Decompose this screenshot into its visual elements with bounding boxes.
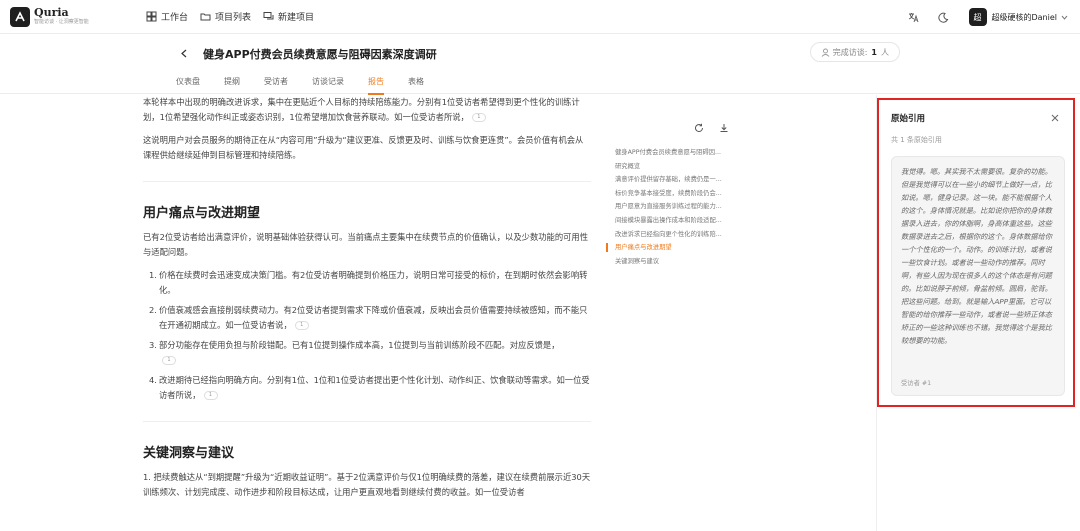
visit-count: 1 xyxy=(871,47,877,57)
refresh-icon[interactable] xyxy=(693,122,705,134)
citation-badge[interactable]: 1 xyxy=(162,356,176,365)
panel-title: 原始引用 xyxy=(891,114,926,124)
citation-badge[interactable]: 1 xyxy=(203,391,218,400)
dark-mode-moon-icon[interactable] xyxy=(933,6,955,28)
translate-icon[interactable] xyxy=(903,6,925,28)
report-content: 本轮样本中出现的明确改进诉求，集中在更贴近个人目标的持续陪练能力。分别有1位受访… xyxy=(143,95,591,531)
tab-report[interactable]: 报告 xyxy=(368,76,384,95)
list-item: 4. 改进期待已经指向明确方向。分别有1位、1位和1位受访者提出更个性化计划、动作… xyxy=(149,375,590,400)
user-menu[interactable]: 超 超级硬核的Daniel xyxy=(968,8,1069,26)
list-item-text: 改进期待已经指向明确方向。分别有1位、1位和1位受访者提出更个性化计划、动作纠正… xyxy=(159,375,590,400)
brand-name: Quria xyxy=(34,6,69,19)
list-item: 2. 价值衰减感会直接削弱续费动力。有2位受访者提到需求下降或价值衰减，反映出会员… xyxy=(149,305,588,330)
nav-new-project-label: 新建项目 xyxy=(278,13,315,23)
user-icon xyxy=(821,48,830,57)
toc-item[interactable]: 改进诉求已经指向更个性化的训练陪... xyxy=(606,230,734,239)
report-paragraph-text: 这说明用户对会员服务的期待正在从“内容可用”升级为“建议更准、反馈更及时、训练与… xyxy=(143,135,584,160)
quote-card: 我觉得。嗯。其实我不太需要很。复杂的功能。但是我觉得可以在一些小的细节上做好一点… xyxy=(891,156,1065,396)
nav-project-list[interactable]: 项目列表 xyxy=(200,10,251,23)
tab-outline[interactable]: 提纲 xyxy=(224,76,240,95)
brand-logo-icon xyxy=(10,6,30,27)
toc-item-active[interactable]: 用户痛点与改进期望 xyxy=(606,243,734,253)
citation-panel: 原始引用 共 1 条原始引用 我觉得。嗯。其实我不太需要很。复杂的功能。但是我觉… xyxy=(877,98,1075,407)
close-icon[interactable] xyxy=(1049,112,1061,124)
page-header: 健身APP付费会员续费意愿与阻碍因素深度调研 完成访谈: 1 人 仪表盘 提纲 … xyxy=(0,34,1080,95)
avatar: 超 xyxy=(968,8,987,26)
section-heading-pain-points: 用户痛点与改进期望 xyxy=(143,206,261,221)
list-item: 1. 价格在续费时会迅速变成决策门槛。有2位受访者明确提到价格压力，说明日常可接受… xyxy=(149,268,591,298)
section-divider xyxy=(143,181,591,182)
nav-new-project[interactable]: 新建项目 xyxy=(263,10,314,23)
folder-icon xyxy=(200,13,211,21)
section-heading-insights: 关键洞察与建议 xyxy=(143,446,235,461)
nav-workbench-label: 工作台 xyxy=(161,13,189,23)
back-button[interactable] xyxy=(176,45,192,61)
grid-icon xyxy=(146,11,157,22)
tab-bar: 仪表盘 提纲 受访者 访谈记录 报告 表格 xyxy=(176,76,448,95)
toc-item[interactable]: 用户愿意为直接服务训练过程的能力... xyxy=(606,202,734,211)
toc-item[interactable]: 研究概览 xyxy=(606,162,734,171)
report-paragraph: 本轮样本中出现的明确改进诉求，集中在更贴近个人目标的持续陪练能力。分别有1位受访… xyxy=(143,95,591,125)
report-paragraph-text: 1. 把续费触达从“到期提醒”升级为“近期收益证明”。基于2位满意评价与仅1位明… xyxy=(143,472,591,497)
tab-respondents[interactable]: 受访者 xyxy=(264,76,288,95)
quote-text: 我觉得。嗯。其实我不太需要很。复杂的功能。但是我觉得可以在一些小的细节上做好一点… xyxy=(901,167,1052,345)
toc-item[interactable]: 关键洞察与建议 xyxy=(606,257,734,266)
report-paragraph-text: 已有2位受访者给出满意评价，说明基础体验获得认可。当前痛点主要集中在续费节点的价… xyxy=(143,232,589,257)
citation-badge[interactable]: 1 xyxy=(471,113,486,122)
citation-badge[interactable]: 1 xyxy=(294,321,309,330)
pain-point-list: 1. 价格在续费时会迅速变成决策门槛。有2位受访者明确提到价格压力，说明日常可接受… xyxy=(149,268,591,403)
visit-unit: 人 xyxy=(881,47,889,57)
tab-table[interactable]: 表格 xyxy=(408,76,424,95)
tab-interview-records[interactable]: 访谈记录 xyxy=(312,76,344,95)
section-divider xyxy=(143,421,591,422)
brand-tagline: 智能访谈 · 让洞察更智能 xyxy=(34,19,89,25)
quote-source: 受访者 #1 xyxy=(901,380,932,387)
nav-project-list-label: 项目列表 xyxy=(215,13,252,23)
toc-item[interactable]: 标价竞争基本接受度，续费阶段仍会... xyxy=(606,189,734,198)
citation-count: 共 1 条原始引用 xyxy=(891,136,942,144)
nav-workbench[interactable]: 工作台 xyxy=(146,10,188,23)
visit-label: 完成访谈: xyxy=(832,47,868,57)
page-title: 健身APP付费会员续费意愿与阻碍因素深度调研 xyxy=(203,48,437,61)
brand[interactable]: Quria 智能访谈 · 让洞察更智能 xyxy=(10,6,146,27)
report-paragraph-text: 本轮样本中出现的明确改进诉求，集中在更贴近个人目标的持续陪练能力。分别有1位受访… xyxy=(143,97,580,122)
download-icon[interactable] xyxy=(718,122,730,134)
table-of-contents: 健身APP付费会员续费意愿与阻碍因... 研究概览 满意评价提供留存基础，续费仍… xyxy=(606,148,734,270)
chevron-down-icon xyxy=(1061,15,1068,20)
top-bar: Quria 智能访谈 · 让洞察更智能 工作台 项目列表 新建项目 超 超级硬核… xyxy=(0,0,1080,34)
list-item-text: 价格在续费时会迅速变成决策门槛。有2位受访者明确提到价格压力，说明日常可接受的标… xyxy=(159,270,588,295)
toc-item[interactable]: 间接模块暴露出操作成本和阶段适配... xyxy=(606,216,734,225)
chevron-left-icon xyxy=(181,49,187,57)
chat-icon xyxy=(263,12,274,20)
user-name: 超级硬核的Daniel xyxy=(991,12,1058,22)
toc-item[interactable]: 健身APP付费会员续费意愿与阻碍因... xyxy=(606,148,734,157)
visit-count-badge: 完成访谈: 1 人 xyxy=(809,42,900,62)
list-item-text: 部分功能存在使用负担与阶段错配。已有1位提到操作成本高，1位提到与当前训练阶段不… xyxy=(159,340,560,350)
toc-item[interactable]: 满意评价提供留存基础，续费仍是一... xyxy=(606,175,734,184)
top-nav: 工作台 项目列表 新建项目 xyxy=(146,10,326,23)
tab-dashboard[interactable]: 仪表盘 xyxy=(176,76,200,95)
list-item-text: 价值衰减感会直接削弱续费动力。有2位受访者提到需求下降或价值衰减，反映出会员价值… xyxy=(159,305,588,330)
list-item: 3. 部分功能存在使用负担与阶段错配。已有1位提到操作成本高，1位提到与当前训练阶… xyxy=(149,340,560,365)
